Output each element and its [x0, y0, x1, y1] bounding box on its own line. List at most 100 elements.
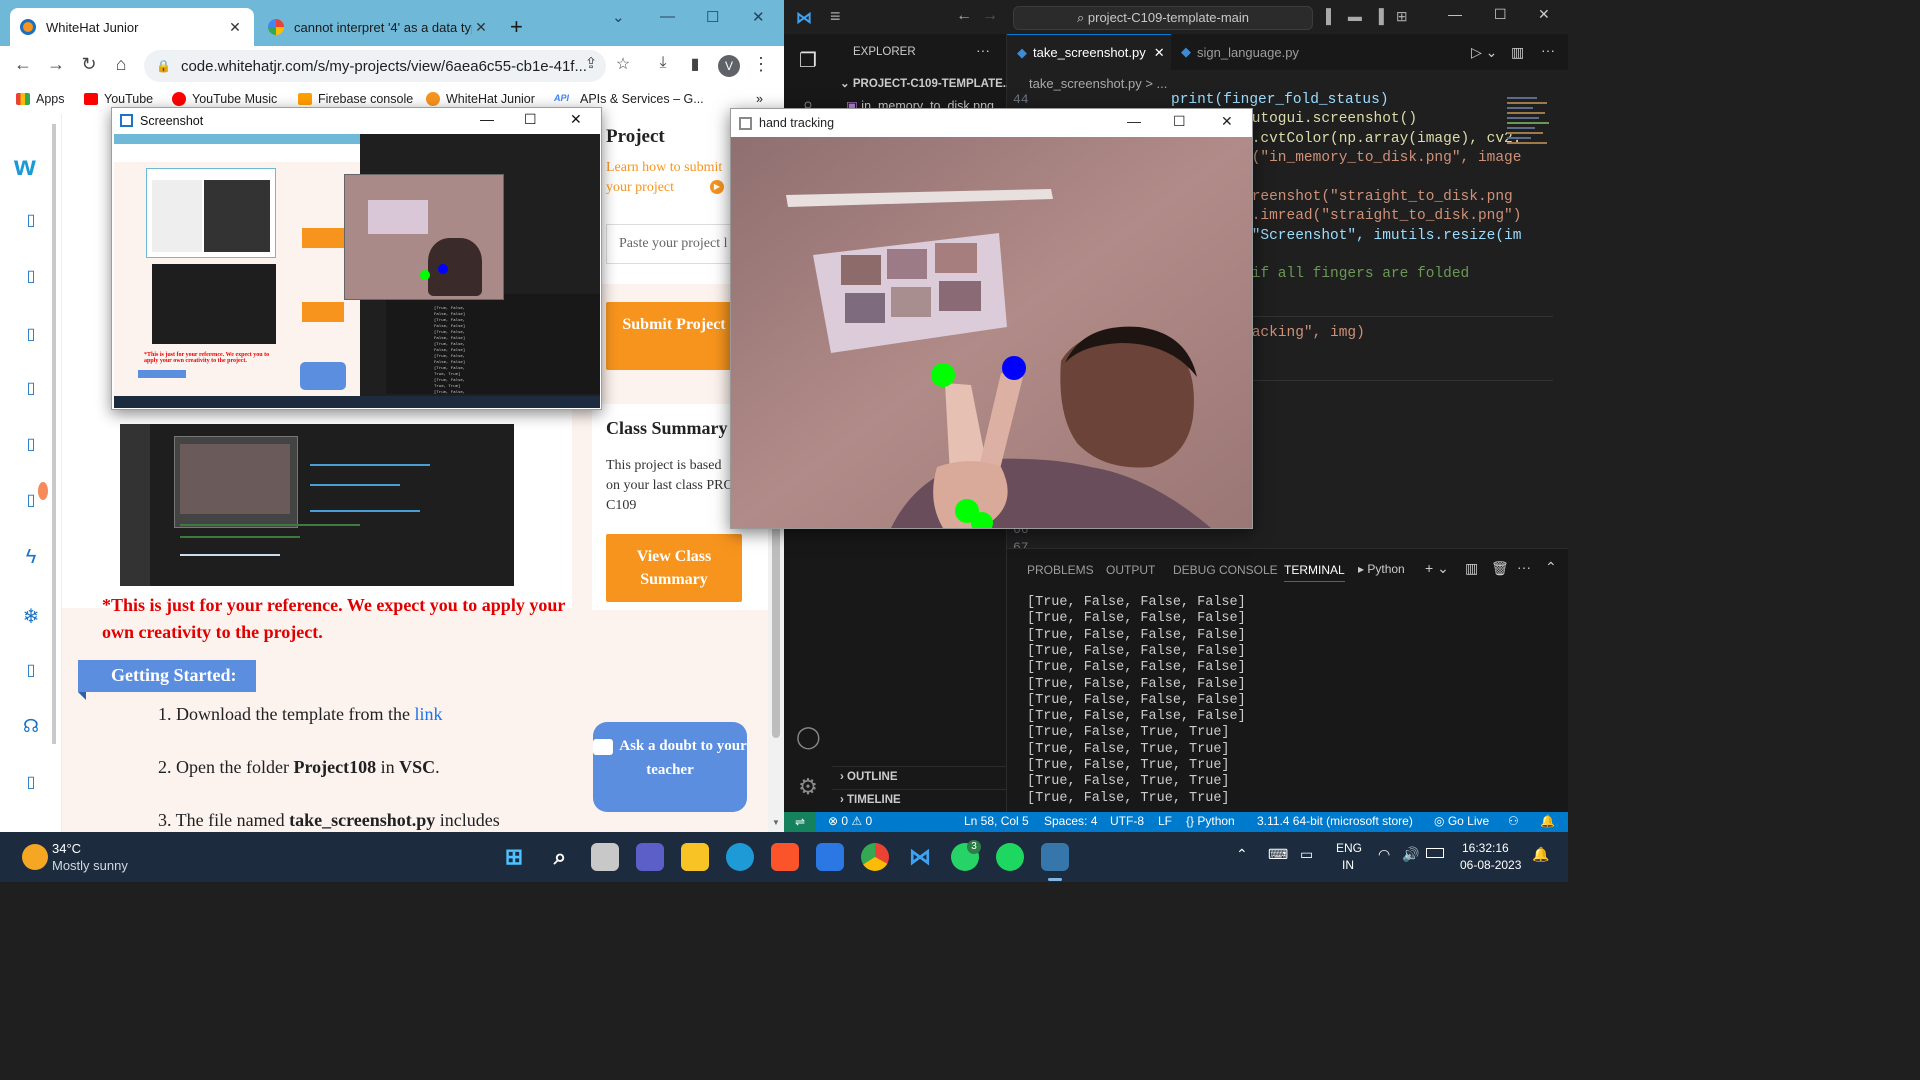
remote-indicator-icon[interactable]: ⇌: [784, 812, 816, 832]
terminal-output[interactable]: [True, False, False, False] [True, False,…: [1007, 595, 1568, 813]
shot-maximize-icon[interactable]: ☐: [524, 111, 537, 128]
profile-avatar[interactable]: V: [718, 55, 740, 77]
run-python-icon[interactable]: ▷ ⌄: [1471, 44, 1497, 61]
notification-center-icon[interactable]: 🔔: [1532, 846, 1549, 863]
hand-close-icon[interactable]: ✕: [1221, 113, 1233, 130]
tab-search-chevron-icon[interactable]: ⌄: [612, 8, 625, 26]
python-taskbar-icon[interactable]: [1041, 843, 1069, 871]
vs-close-icon[interactable]: ✕: [1538, 6, 1550, 23]
minimize-icon[interactable]: —: [660, 8, 675, 25]
hand-tracking-window[interactable]: hand tracking — ☐ ✕: [730, 108, 1253, 529]
code-line[interactable]: ("Screenshot", imutils.resize(im: [1243, 228, 1521, 244]
close-window-icon[interactable]: ✕: [752, 8, 765, 26]
side-panel-icon[interactable]: ▮: [684, 54, 706, 74]
breadcrumb[interactable]: take_screenshot.py > ...: [1029, 76, 1167, 91]
template-link[interactable]: link: [414, 704, 442, 724]
explorer-files-icon[interactable]: ❐: [796, 48, 820, 72]
nav-item-icon[interactable]: ▯: [19, 660, 43, 684]
screenshot-titlebar[interactable]: Screenshot — ☐ ✕: [112, 108, 601, 134]
command-center-search[interactable]: ⌕ project-C109-template-main: [1013, 6, 1313, 30]
panel-tab-terminal[interactable]: TERMINAL: [1284, 563, 1345, 582]
close-tab-icon[interactable]: ✕: [226, 19, 244, 36]
nav-item-icon[interactable]: ▯: [19, 434, 43, 458]
explorer-more-icon[interactable]: ···: [976, 42, 990, 58]
home-icon[interactable]: ⌂: [110, 54, 132, 75]
outline-section[interactable]: › OUTLINE: [832, 766, 1007, 788]
wifi-icon[interactable]: ◠: [1378, 846, 1390, 863]
bookmark-firebase[interactable]: Firebase console: [298, 92, 413, 106]
nav-item-icon[interactable]: ▯: [19, 324, 43, 348]
maximize-icon[interactable]: ☐: [706, 8, 719, 26]
volume-icon[interactable]: 🔊: [1402, 846, 1419, 863]
bookmarks-overflow[interactable]: »: [756, 92, 763, 106]
edge-icon[interactable]: [726, 843, 754, 871]
panel-tab-problems[interactable]: PROBLEMS: [1027, 563, 1094, 577]
battery-icon[interactable]: [1426, 848, 1444, 858]
chrome-taskbar-icon[interactable]: [861, 843, 889, 871]
view-class-summary-button[interactable]: View Class Summary: [606, 534, 742, 602]
bookmark-whitehat[interactable]: WhiteHat Junior: [426, 92, 535, 106]
settings-gear-icon[interactable]: ⚙: [796, 774, 820, 799]
new-terminal-icon[interactable]: + ⌄: [1425, 560, 1449, 577]
search-taskbar-icon[interactable]: ⌕: [546, 843, 574, 871]
share-icon[interactable]: ⇪: [580, 54, 602, 72]
shot-minimize-icon[interactable]: —: [480, 111, 494, 127]
windows-start-icon[interactable]: ⊞: [500, 843, 528, 871]
go-live-button[interactable]: ◎ Go Live: [1434, 814, 1489, 828]
hamburger-menu-icon[interactable]: ≡: [830, 6, 841, 27]
split-editor-icon[interactable]: ▥: [1511, 44, 1524, 61]
vscode-taskbar-icon[interactable]: ⋈: [906, 843, 934, 871]
language-region[interactable]: IN: [1342, 858, 1354, 872]
nav-item-icon[interactable]: ▯: [19, 210, 43, 234]
vs-minimize-icon[interactable]: —: [1448, 6, 1462, 22]
code-line[interactable]: if all fingers are folded: [1243, 266, 1470, 282]
microsoft-store-icon[interactable]: [816, 843, 844, 871]
vs-maximize-icon[interactable]: ☐: [1494, 6, 1507, 23]
cursor-position[interactable]: Ln 58, Col 5: [964, 814, 1029, 828]
clock-date[interactable]: 06-08-2023: [1460, 858, 1521, 872]
clock-time[interactable]: 16:32:16: [1462, 841, 1509, 855]
python-interpreter[interactable]: 3.11.4 64-bit (microsoft store): [1257, 814, 1413, 828]
code-line[interactable]: print(finger_fold_status): [1171, 92, 1389, 108]
problems-count[interactable]: ⊗ 0 ⚠ 0: [828, 814, 872, 828]
weather-sun-icon[interactable]: [22, 844, 48, 870]
tray-overflow-icon[interactable]: ⌃: [1236, 846, 1248, 863]
language-mode[interactable]: {} Python: [1186, 814, 1235, 828]
scroll-down-icon[interactable]: ▼: [772, 818, 780, 827]
code-line[interactable]: racking", img): [1243, 325, 1365, 341]
account-icon[interactable]: ◯: [796, 724, 821, 749]
address-bar[interactable]: 🔒 code.whitehatjr.com/s/my-projects/view…: [144, 50, 606, 82]
teams-chat-icon[interactable]: [636, 843, 664, 871]
terminal-selector[interactable]: ▸ Python: [1358, 562, 1405, 576]
layout-toggle-icons[interactable]: ▌▬▐⊞: [1326, 8, 1420, 25]
panel-more-icon[interactable]: ···: [1517, 559, 1531, 575]
screenshot-window[interactable]: Screenshot — ☐ ✕ *This is just for your …: [111, 107, 602, 410]
new-tab-button[interactable]: +: [510, 14, 523, 40]
accounts-status-icon[interactable]: ⚇: [1508, 814, 1519, 828]
bookmark-youtube[interactable]: YouTube: [84, 92, 153, 106]
keyboard-icon[interactable]: ⌨: [1268, 846, 1288, 863]
weather-text[interactable]: Mostly sunny: [52, 858, 128, 873]
nav-forward-icon[interactable]: →: [982, 7, 998, 25]
timeline-section[interactable]: › TIMELINE: [832, 789, 1007, 811]
task-view-icon[interactable]: [591, 843, 619, 871]
encoding[interactable]: UTF-8: [1110, 814, 1144, 828]
tab-stackoverflow-search[interactable]: cannot interpret '4' as a data type ✕: [258, 8, 500, 46]
code-line[interactable]: 2.imread("straight_to_disk.png"): [1243, 208, 1521, 224]
menu-kebab-icon[interactable]: ⋮: [750, 54, 772, 75]
forward-icon[interactable]: →: [45, 54, 67, 75]
bookmark-apps[interactable]: Apps: [16, 92, 65, 106]
file-explorer-icon[interactable]: [681, 843, 709, 871]
code-line[interactable]: e("in_memory_to_disk.png", image: [1243, 150, 1521, 166]
support-icon[interactable]: ☊: [19, 716, 43, 740]
hand-maximize-icon[interactable]: ☐: [1173, 113, 1186, 130]
nav-item-icon[interactable]: ▯: [19, 378, 43, 402]
code-line[interactable]: 2.cvtColor(np.array(image), cv2.: [1243, 131, 1521, 147]
maximize-panel-icon[interactable]: ⌃: [1545, 559, 1557, 576]
bookmark-youtube-music[interactable]: YouTube Music: [172, 92, 277, 106]
back-icon[interactable]: ←: [12, 54, 34, 75]
spotify-icon[interactable]: [996, 843, 1024, 871]
snowflake-icon[interactable]: ❄: [19, 604, 43, 628]
nav-item-icon[interactable]: ▯: [19, 266, 43, 290]
panel-tab-debug-console[interactable]: DEBUG CONSOLE: [1173, 563, 1278, 577]
